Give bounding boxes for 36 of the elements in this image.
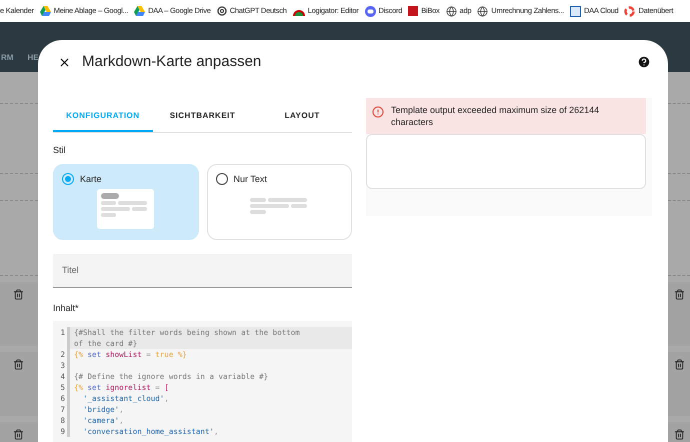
section-label: Stil xyxy=(53,144,67,157)
code-editor[interactable] xyxy=(53,321,352,442)
error-alert: Template output exceeded maximum size of 262144 characters xyxy=(366,98,646,134)
box-logo-icon xyxy=(408,6,418,16)
nav-label: RM xyxy=(1,52,14,64)
trash-icon[interactable] xyxy=(13,289,24,300)
error-icon xyxy=(372,106,384,118)
dialog-title: Markdown-Karte anpassen xyxy=(82,52,262,72)
trash-icon[interactable] xyxy=(13,429,24,440)
nav-label: HE xyxy=(27,52,38,64)
ring-logo-icon xyxy=(624,6,636,16)
triangle-logo-icon xyxy=(134,6,146,16)
option-label: Karte xyxy=(80,172,102,186)
controller-icon xyxy=(364,6,376,16)
close-icon[interactable] xyxy=(58,56,71,68)
triangle-logo-icon xyxy=(40,6,51,16)
trash-icon[interactable] xyxy=(674,289,685,300)
card-preview-drawing xyxy=(97,189,154,229)
radio-button[interactable] xyxy=(62,173,74,186)
text-preview-drawing xyxy=(250,198,308,214)
trash-icon[interactable] xyxy=(674,359,685,370)
style-option-card[interactable]: Nur Text xyxy=(206,164,352,240)
trash-icon[interactable] xyxy=(674,429,685,440)
title-input-field[interactable]: Titel xyxy=(53,254,352,288)
radio-button[interactable] xyxy=(216,173,228,186)
option-label: Nur Text xyxy=(234,172,267,186)
tab[interactable]: LAYOUT xyxy=(252,102,352,132)
cloud-logo-icon xyxy=(570,6,582,16)
style-option-card[interactable]: Karte xyxy=(53,164,198,240)
knot-icon xyxy=(216,6,227,16)
help-icon[interactable] xyxy=(637,55,651,69)
globe-icon xyxy=(477,6,488,16)
section-label: Inhalt* xyxy=(53,302,80,314)
tab[interactable]: SICHTBARKEIT xyxy=(152,102,252,132)
globe-icon xyxy=(446,6,457,16)
trash-icon[interactable] xyxy=(13,359,24,370)
